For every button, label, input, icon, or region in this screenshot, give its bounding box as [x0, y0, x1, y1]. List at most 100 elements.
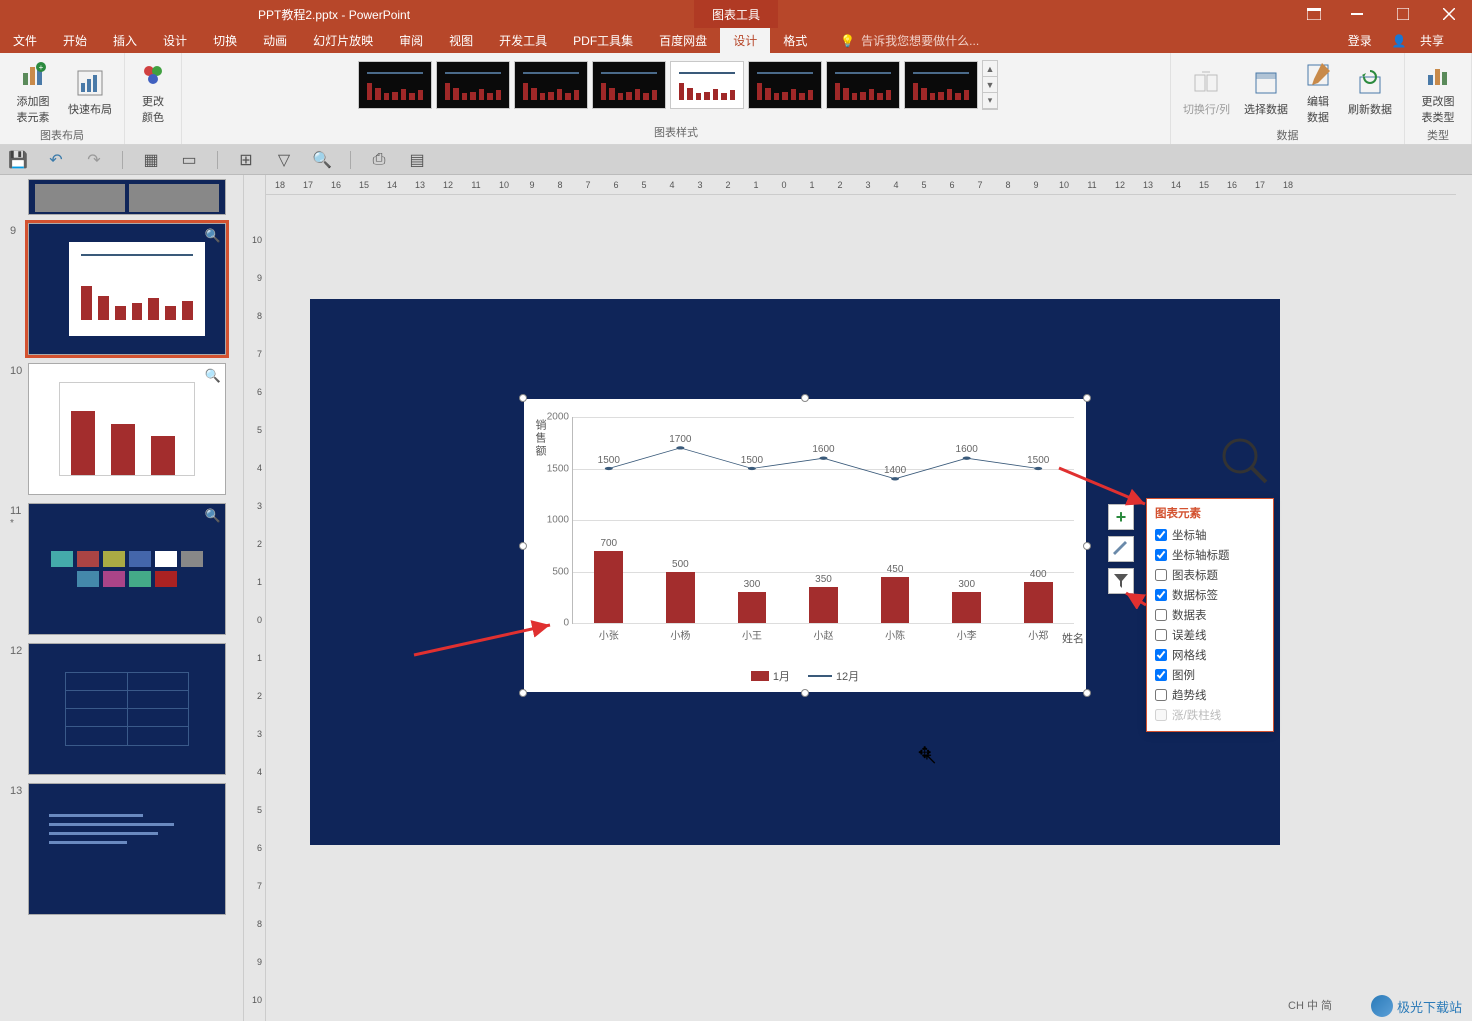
resize-handle-br[interactable] [1083, 689, 1091, 697]
redo-icon[interactable]: ↷ [84, 150, 104, 170]
chart-filters-button[interactable] [1108, 568, 1134, 594]
login-button[interactable]: 登录 [1338, 32, 1382, 49]
resize-handle-t[interactable] [801, 394, 809, 402]
chart-element-option[interactable]: 网格线 [1155, 645, 1265, 665]
main-area: 9 🔍 10 🔍 11* 🔍 [0, 175, 1472, 1021]
quick-layout-button[interactable]: 快速布局 [62, 57, 118, 127]
change-chart-type-button[interactable]: 更改图表类型 [1411, 57, 1465, 127]
slide-thumb-12[interactable] [28, 643, 226, 775]
tab-transitions[interactable]: 切换 [200, 28, 250, 53]
minimize-button[interactable] [1334, 0, 1380, 28]
slide-thumb-11[interactable]: 🔍 [28, 503, 226, 635]
checkbox[interactable] [1155, 649, 1167, 661]
chart-element-option[interactable]: 坐标轴 [1155, 525, 1265, 545]
style-thumb-8[interactable] [904, 61, 978, 109]
chart-legend[interactable]: 1月 12月 [524, 668, 1086, 684]
qat-icon-7[interactable]: ▤ [407, 150, 427, 170]
qat-icon-3[interactable]: ⊞ [236, 150, 256, 170]
style-thumb-3[interactable] [514, 61, 588, 109]
resize-handle-b[interactable] [801, 689, 809, 697]
style-thumb-4[interactable] [592, 61, 666, 109]
tab-developer[interactable]: 开发工具 [486, 28, 560, 53]
tab-insert[interactable]: 插入 [100, 28, 150, 53]
slide-thumb-9[interactable]: 🔍 [28, 223, 226, 355]
style-thumb-2[interactable] [436, 61, 510, 109]
checkbox[interactable] [1155, 689, 1167, 701]
chart-styles-button[interactable] [1108, 536, 1134, 562]
save-icon[interactable]: 💾 [8, 150, 28, 170]
resize-handle-bl[interactable] [519, 689, 527, 697]
chart-object[interactable]: 销售额 姓名 0500100015002000700小张500小杨300小王35… [524, 399, 1086, 692]
tab-format[interactable]: 格式 [770, 28, 820, 53]
zoom-icon[interactable]: 🔍 [205, 368, 221, 384]
checkbox[interactable] [1155, 669, 1167, 681]
tab-animations[interactable]: 动画 [250, 28, 300, 53]
qat-icon-1[interactable]: ▦ [141, 150, 161, 170]
chart-element-option[interactable]: 数据表 [1155, 605, 1265, 625]
slide-canvas[interactable]: 销售额 姓名 0500100015002000700小张500小杨300小王35… [310, 299, 1280, 845]
edit-data-button[interactable]: 编辑数据 [1296, 57, 1340, 127]
tab-view[interactable]: 视图 [436, 28, 486, 53]
tab-chart-design[interactable]: 设计 [720, 28, 770, 53]
chart-element-option[interactable]: 坐标轴标题 [1155, 545, 1265, 565]
tab-file[interactable]: 文件 [0, 28, 50, 53]
qat-icon-2[interactable]: ▭ [179, 150, 199, 170]
gallery-scroll[interactable]: ▲ ▼ ▾ [982, 60, 998, 110]
slide-thumb-13[interactable] [28, 783, 226, 915]
resize-handle-l[interactable] [519, 542, 527, 550]
undo-icon[interactable]: ↶ [46, 150, 66, 170]
zoom-icon[interactable]: 🔍 [205, 228, 221, 244]
chart-element-option[interactable]: 数据标签 [1155, 585, 1265, 605]
style-thumb-6[interactable] [748, 61, 822, 109]
share-button[interactable]: 👤 共享 [1382, 32, 1464, 49]
qat-icon-6[interactable]: ⎙ [369, 150, 389, 170]
chart-element-option[interactable]: 图表标题 [1155, 565, 1265, 585]
tab-review[interactable]: 审阅 [386, 28, 436, 53]
canvas-area[interactable]: 销售额 姓名 0500100015002000700小张500小杨300小王35… [266, 195, 1456, 1021]
tab-slideshow[interactable]: 幻灯片放映 [300, 28, 386, 53]
resize-handle-r[interactable] [1083, 542, 1091, 550]
tell-me-search[interactable]: 💡 告诉我您想要做什么... [840, 32, 979, 49]
popup-title: 图表元素 [1155, 505, 1265, 525]
add-chart-element-button[interactable]: + 添加图表元素 [6, 57, 60, 127]
qat-icon-5[interactable]: 🔍 [312, 150, 332, 170]
style-thumb-1[interactable] [358, 61, 432, 109]
resize-handle-tr[interactable] [1083, 394, 1091, 402]
checkbox[interactable] [1155, 589, 1167, 601]
checkbox[interactable] [1155, 529, 1167, 541]
style-thumb-5[interactable] [670, 61, 744, 109]
chart-element-option[interactable]: 趋势线 [1155, 685, 1265, 705]
maximize-button[interactable] [1380, 0, 1426, 28]
switch-row-col-button[interactable]: 切换行/列 [1177, 57, 1236, 127]
close-button[interactable] [1426, 0, 1472, 28]
refresh-data-button[interactable]: 刷新数据 [1342, 57, 1398, 127]
tab-pdf[interactable]: PDF工具集 [560, 28, 646, 53]
chart-element-option[interactable]: 图例 [1155, 665, 1265, 685]
tab-home[interactable]: 开始 [50, 28, 100, 53]
tab-design[interactable]: 设计 [150, 28, 200, 53]
chart-elements-button[interactable]: + [1108, 504, 1134, 530]
chart-element-option[interactable]: 误差线 [1155, 625, 1265, 645]
change-colors-button[interactable]: 更改颜色 [131, 57, 175, 127]
checkbox[interactable] [1155, 569, 1167, 581]
resize-handle-tl[interactable] [519, 394, 527, 402]
select-data-button[interactable]: 选择数据 [1238, 57, 1294, 127]
tab-baidu[interactable]: 百度网盘 [646, 28, 720, 53]
y-axis-title[interactable]: 销售额 [532, 419, 548, 458]
zoom-icon[interactable]: 🔍 [205, 508, 221, 524]
chart-plot-area[interactable]: 0500100015002000700小张500小杨300小王350小赵450小… [572, 417, 1074, 624]
vertical-scrollbar[interactable] [1456, 175, 1472, 1021]
ribbon-display-options-icon[interactable] [1296, 0, 1332, 28]
style-thumb-7[interactable] [826, 61, 900, 109]
slide-thumb-8-partial[interactable] [28, 179, 226, 215]
scroll-more-icon[interactable]: ▾ [983, 93, 997, 109]
checkbox[interactable] [1155, 549, 1167, 561]
checkbox[interactable] [1155, 629, 1167, 641]
slide-thumb-10[interactable]: 🔍 [28, 363, 226, 495]
slide-thumbnails-panel[interactable]: 9 🔍 10 🔍 11* 🔍 [0, 175, 244, 1021]
chart-tools-tab[interactable]: 图表工具 [694, 0, 778, 28]
scroll-up-icon[interactable]: ▲ [983, 61, 997, 77]
scroll-down-icon[interactable]: ▼ [983, 77, 997, 93]
qat-icon-4[interactable]: ▽ [274, 150, 294, 170]
checkbox[interactable] [1155, 609, 1167, 621]
